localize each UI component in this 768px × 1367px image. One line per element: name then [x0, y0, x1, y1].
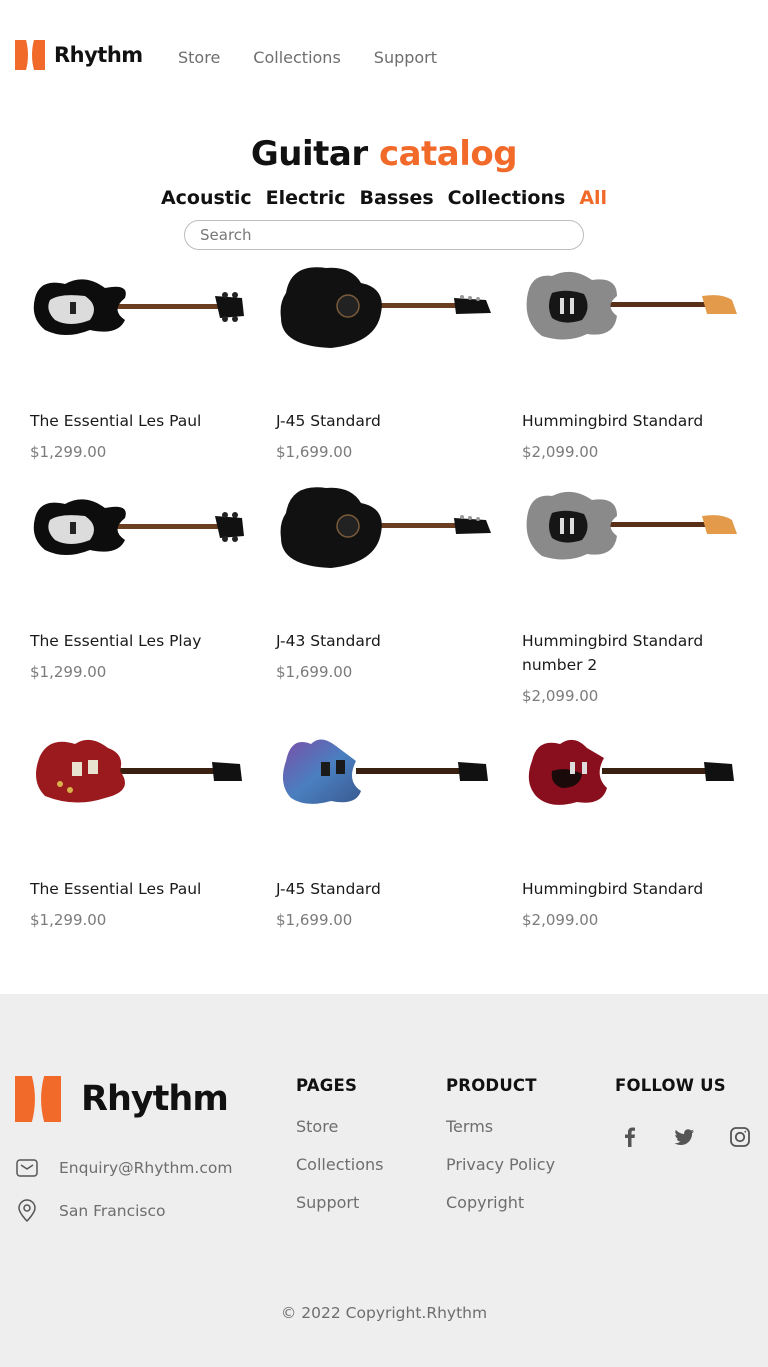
product-card[interactable]: Hummingbird Standard $2,099.00 — [522, 726, 752, 929]
category-basses[interactable]: Basses — [360, 187, 434, 209]
product-card[interactable]: J-43 Standard $1,699.00 — [276, 478, 506, 681]
product-price: $1,299.00 — [30, 443, 107, 461]
location-pin-icon — [18, 1199, 36, 1223]
category-filter: Acoustic Electric Basses Collections All — [0, 187, 768, 209]
product-name[interactable]: J-45 Standard — [276, 877, 381, 901]
category-electric[interactable]: Electric — [266, 187, 346, 209]
footer-follow-heading: FOLLOW US — [615, 1076, 726, 1095]
product-card[interactable]: Hummingbird Standard $2,099.00 — [522, 258, 752, 461]
copyright-text: © 2022 Copyright.Rhythm — [280, 1304, 488, 1322]
product-price: $2,099.00 — [522, 687, 599, 705]
footer-link-support[interactable]: Support — [296, 1193, 383, 1212]
nav-store[interactable]: Store — [178, 48, 220, 67]
red-double-cut-guitar-image — [528, 739, 734, 805]
category-collections[interactable]: Collections — [448, 187, 566, 209]
instagram-icon[interactable] — [729, 1126, 751, 1148]
product-card[interactable]: The Essential Les Paul $1,299.00 — [30, 726, 260, 929]
footer-location-text: San Francisco — [59, 1202, 166, 1220]
brand-name: Rhythm — [54, 43, 143, 67]
product-price: $1,699.00 — [276, 911, 353, 929]
product-price: $1,299.00 — [30, 911, 107, 929]
main-nav: Store Collections Support — [178, 48, 470, 67]
red-les-paul-image — [36, 739, 242, 803]
footer-logo[interactable]: Rhythm — [15, 1076, 229, 1122]
product-name[interactable]: J-45 Standard — [276, 409, 381, 433]
product-card[interactable]: The Essential Les Play $1,299.00 — [30, 478, 260, 681]
product-card[interactable]: The Essential Les Paul $1,299.00 — [30, 258, 260, 461]
product-name[interactable]: The Essential Les Play — [30, 629, 201, 653]
facebook-icon[interactable] — [619, 1126, 641, 1148]
social-links — [619, 1126, 768, 1148]
footer-pages-column: PAGES Store Collections Support — [296, 1076, 383, 1231]
mail-icon — [16, 1159, 38, 1177]
product-card[interactable]: Hummingbird Standard number 2 $2,099.00 — [522, 478, 752, 705]
rhythm-logo-icon — [15, 1076, 61, 1122]
footer-email-text[interactable]: Enquiry@Rhythm.com — [59, 1159, 232, 1177]
title-accent: catalog — [378, 134, 518, 174]
search-input[interactable] — [184, 220, 584, 250]
product-name[interactable]: Hummingbird Standard number 2 — [522, 629, 732, 677]
page-title: Guitar catalog — [0, 134, 768, 174]
footer-follow-column: FOLLOW US — [615, 1076, 726, 1117]
black-bass-guitar-image — [33, 499, 244, 555]
black-bass-guitar-image — [33, 279, 244, 335]
title-main: Guitar — [250, 134, 368, 174]
footer-link-collections[interactable]: Collections — [296, 1155, 383, 1174]
footer-location: San Francisco — [15, 1199, 165, 1223]
black-acoustic-guitar-image — [280, 267, 491, 348]
nav-support[interactable]: Support — [374, 48, 437, 67]
product-card[interactable]: J-45 Standard $1,699.00 — [276, 258, 506, 461]
product-name[interactable]: The Essential Les Paul — [30, 877, 201, 901]
product-name[interactable]: Hummingbird Standard — [522, 877, 703, 901]
product-name[interactable]: Hummingbird Standard — [522, 409, 703, 433]
product-price: $2,099.00 — [522, 911, 599, 929]
footer-pages-heading: PAGES — [296, 1076, 358, 1095]
site-footer: Rhythm Enquiry@Rhythm.com San Francisco … — [0, 994, 768, 1367]
product-price: $2,099.00 — [522, 443, 599, 461]
footer-brand-name: Rhythm — [81, 1079, 229, 1119]
category-acoustic[interactable]: Acoustic — [161, 187, 252, 209]
product-price: $1,699.00 — [276, 663, 353, 681]
footer-link-terms[interactable]: Terms — [446, 1117, 555, 1136]
footer-product-column: PRODUCT Terms Privacy Policy Copyright — [446, 1076, 555, 1231]
product-card[interactable]: J-45 Standard $1,699.00 — [276, 726, 506, 929]
product-name[interactable]: J-43 Standard — [276, 629, 381, 653]
nav-collections[interactable]: Collections — [253, 48, 340, 67]
black-acoustic-guitar-image — [280, 487, 491, 568]
product-name[interactable]: The Essential Les Paul — [30, 409, 201, 433]
category-all[interactable]: All — [579, 187, 607, 209]
brand-logo[interactable]: Rhythm — [15, 40, 143, 70]
footer-email[interactable]: Enquiry@Rhythm.com — [15, 1156, 232, 1180]
footer-product-heading: PRODUCT — [446, 1076, 537, 1095]
footer-link-store[interactable]: Store — [296, 1117, 383, 1136]
site-header: Rhythm Store Collections Support — [0, 0, 768, 110]
silver-stratocaster-image — [526, 491, 737, 560]
product-price: $1,299.00 — [30, 663, 107, 681]
footer-link-copyright[interactable]: Copyright — [446, 1193, 555, 1212]
rhythm-logo-icon — [15, 40, 45, 70]
footer-link-privacy-policy[interactable]: Privacy Policy — [446, 1155, 555, 1174]
silver-stratocaster-image — [526, 271, 737, 340]
twitter-icon[interactable] — [674, 1126, 696, 1148]
product-price: $1,699.00 — [276, 443, 353, 461]
blue-sg-guitar-image — [282, 739, 488, 804]
